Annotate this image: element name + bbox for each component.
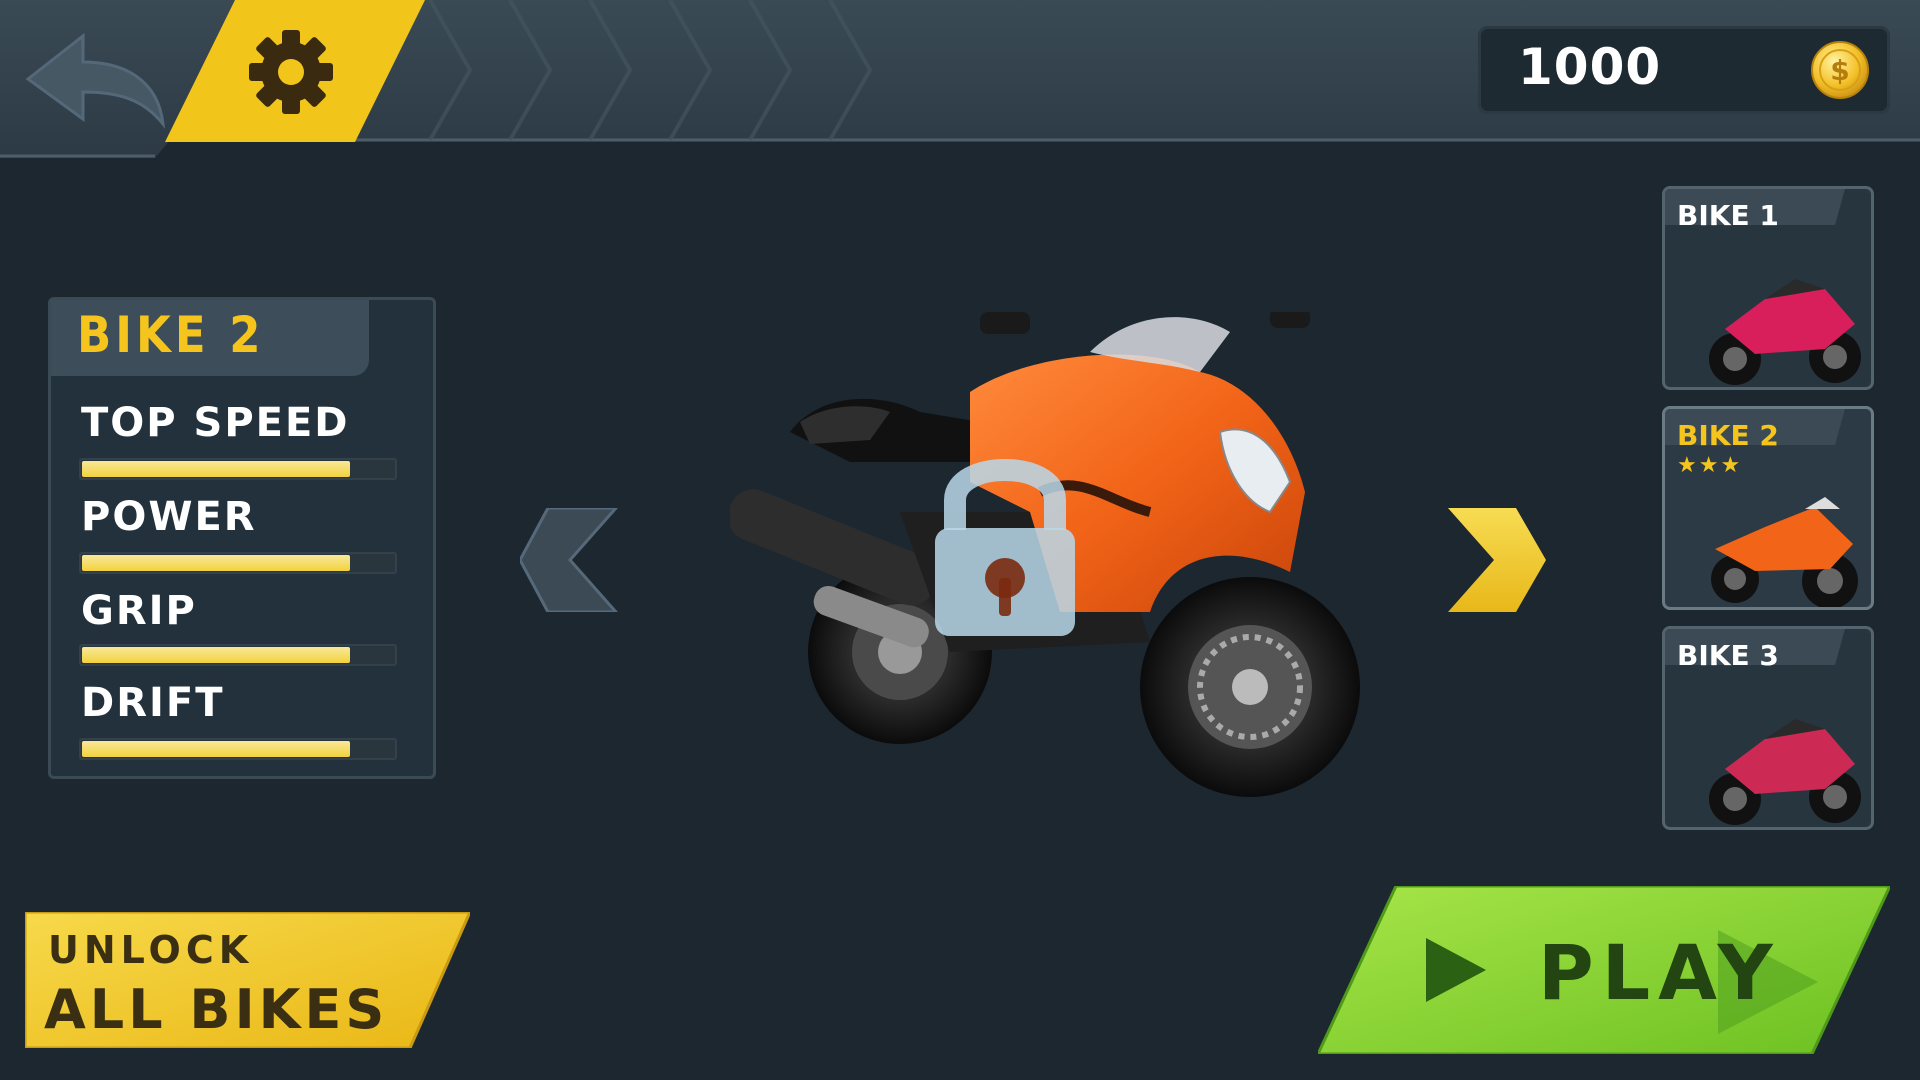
back-arrow-icon [25,32,166,129]
coin-count: 1000 [1518,38,1662,96]
unlock-label-line1: UNLOCK [48,928,254,972]
stat-bar-drift [79,738,397,760]
settings-button[interactable] [165,0,425,142]
next-bike-button[interactable] [1444,508,1546,612]
stat-bar-power [79,552,397,574]
bike-thumbnail-3 [1709,719,1861,825]
bike-name-title: BIKE 2 [77,306,265,364]
bike-thumbnail-1 [1709,279,1861,385]
stat-fill-power [82,555,350,571]
stat-label-drift: DRIFT [81,680,225,726]
bike-card-3[interactable]: BIKE 3 [1662,626,1874,830]
stat-bar-top-speed [79,458,397,480]
bike-card-2[interactable]: BIKE 2 ★★★ [1662,406,1874,610]
stat-label-power: POWER [81,494,257,540]
stat-label-top-speed: TOP SPEED [81,400,350,446]
stat-fill-grip [82,647,350,663]
unlock-label-line2: ALL BIKES [44,978,389,1041]
chevron-right-icon [1448,508,1546,612]
play-label: PLAY [1538,928,1781,1017]
bike-card-1[interactable]: BIKE 1 [1662,186,1874,390]
svg-text:$: $ [1830,54,1849,87]
bike-card-1-name: BIKE 1 [1677,199,1779,232]
settings-button-shape [165,0,425,142]
bike-card-2-name: BIKE 2 [1677,419,1779,452]
bike-stats-panel: BIKE 2 TOP SPEED POWER GRIP DRIFT [48,297,436,779]
previous-bike-button[interactable] [518,506,620,614]
lock-icon [935,459,1075,636]
stats-title-bar: BIKE 2 [51,300,369,376]
chevron-left-icon [518,506,620,614]
stat-fill-drift [82,741,350,757]
stat-label-grip: GRIP [81,588,197,634]
gear-icon [249,30,333,114]
bike-card-2-stars: ★★★ [1677,453,1743,478]
bike-card-3-name: BIKE 3 [1677,639,1779,672]
coin-balance: 1000 $ [1478,26,1890,114]
top-bar: 1000 $ [0,0,1920,160]
stat-bar-grip [79,644,397,666]
dollar-coin-icon: $ [1811,41,1869,99]
back-button[interactable] [18,24,168,134]
bike-thumbnail-2 [1711,497,1858,607]
stat-fill-top-speed [82,461,350,477]
